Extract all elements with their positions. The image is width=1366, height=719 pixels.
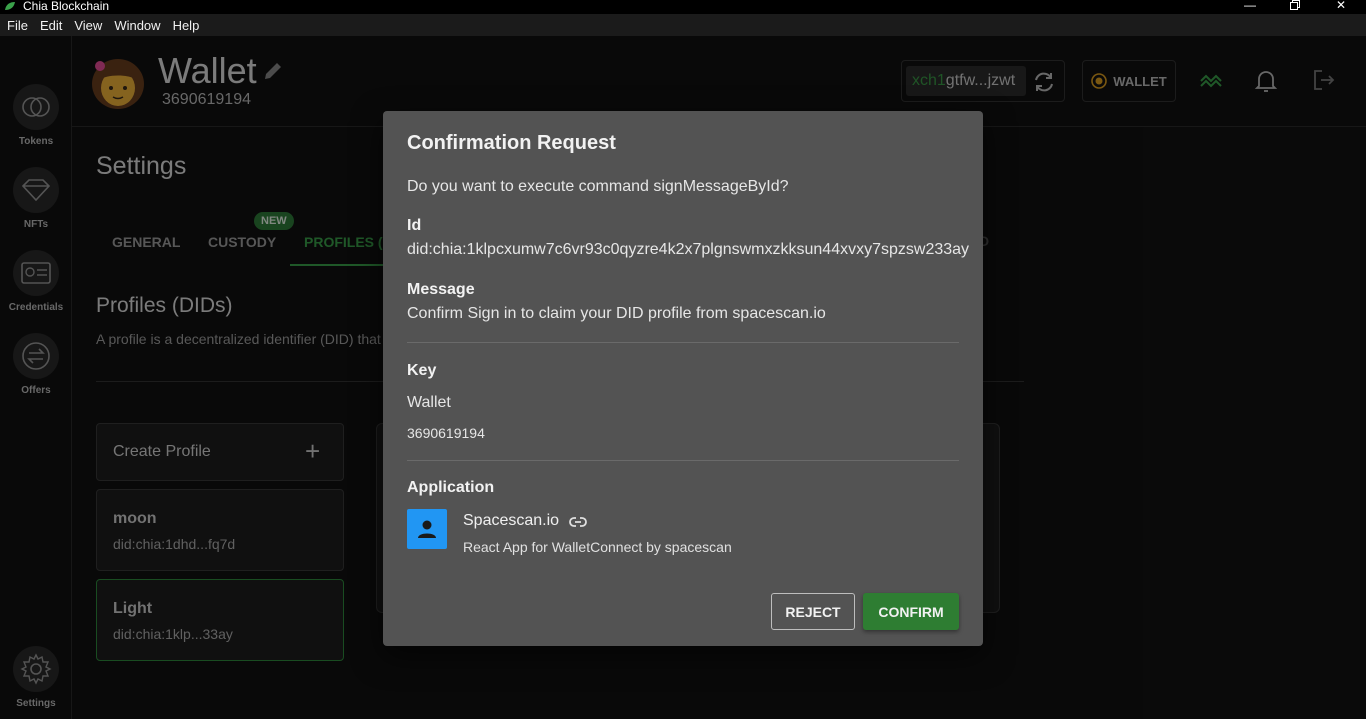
confirm-button[interactable]: CONFIRM bbox=[863, 593, 959, 630]
menu-view[interactable]: View bbox=[69, 18, 107, 33]
menu-file[interactable]: File bbox=[2, 18, 33, 33]
application-label: Application bbox=[407, 479, 495, 496]
message-value: Confirm Sign in to claim your DID profil… bbox=[407, 305, 826, 322]
app-avatar bbox=[407, 509, 447, 549]
menu-edit[interactable]: Edit bbox=[35, 18, 67, 33]
restore-icon[interactable] bbox=[1272, 0, 1318, 12]
menu-window[interactable]: Window bbox=[109, 18, 165, 33]
separator bbox=[407, 460, 959, 461]
chia-leaf-icon bbox=[5, 2, 15, 10]
person-icon bbox=[418, 520, 436, 538]
id-label: Id bbox=[407, 217, 422, 234]
minimize-icon[interactable]: — bbox=[1227, 0, 1273, 12]
separator bbox=[407, 342, 959, 343]
key-fingerprint: 3690619194 bbox=[407, 425, 485, 441]
message-label: Message bbox=[407, 281, 475, 298]
link-icon[interactable] bbox=[569, 516, 587, 528]
dialog-title: Confirmation Request bbox=[407, 132, 616, 154]
window-titlebar: Chia Blockchain — ✕ bbox=[0, 0, 1366, 14]
close-icon[interactable]: ✕ bbox=[1318, 0, 1364, 12]
confirmation-dialog: Confirmation Request Do you want to exec… bbox=[383, 111, 983, 646]
app-name: Spacescan.io bbox=[463, 512, 560, 529]
key-name: Wallet bbox=[407, 394, 451, 411]
window-title: Chia Blockchain bbox=[23, 0, 110, 13]
reject-button[interactable]: REJECT bbox=[771, 593, 855, 630]
app-description: React App for WalletConnect by spacescan bbox=[463, 539, 732, 555]
menu-bar: File Edit View Window Help bbox=[0, 14, 1366, 36]
key-label: Key bbox=[407, 362, 437, 379]
dialog-question: Do you want to execute command signMessa… bbox=[407, 178, 789, 195]
menu-help[interactable]: Help bbox=[168, 18, 205, 33]
id-value: did:chia:1klpcxumw7c6vr93c0qyzre4k2x7plg… bbox=[407, 241, 970, 258]
